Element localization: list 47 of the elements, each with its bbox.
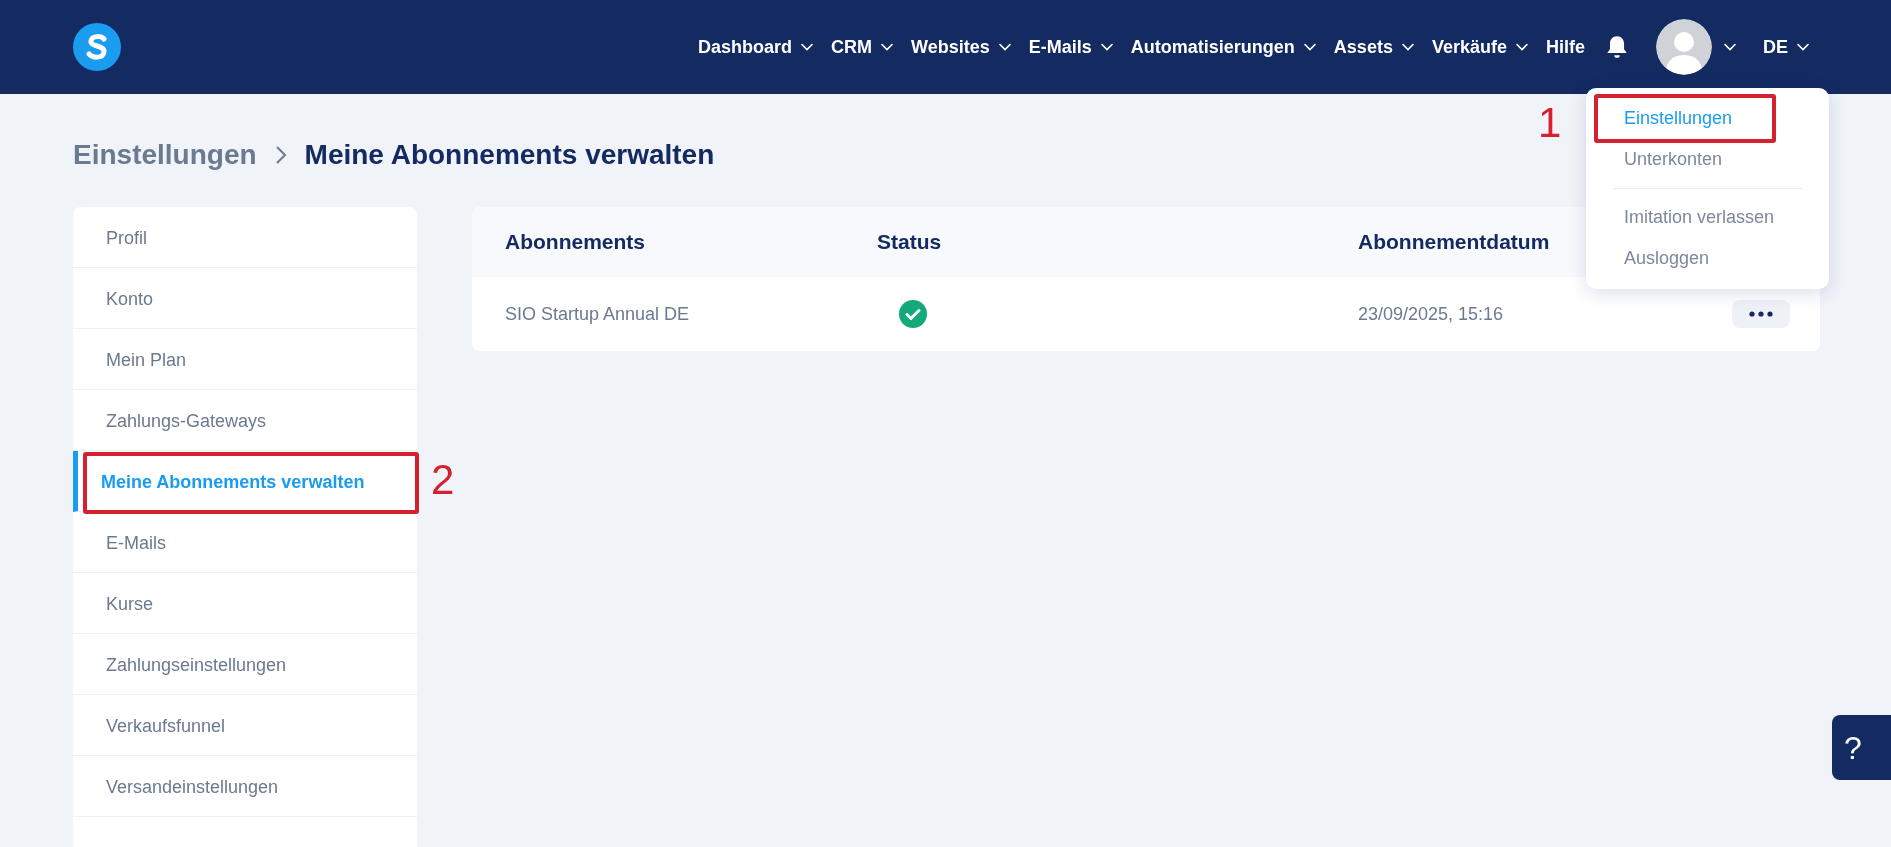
nav-menu-item[interactable]: Verkäufe — [1422, 33, 1537, 61]
chevron-down-icon — [801, 43, 814, 51]
chevron-down-icon — [998, 43, 1011, 51]
column-header: Status — [877, 230, 942, 254]
sidebar-item[interactable]: Mein Plan — [73, 329, 417, 390]
chevron-down-icon — [1100, 43, 1113, 51]
annotation-number: 2 — [431, 459, 455, 501]
sidebar-item[interactable]: Meine Abonnements verwalten — [73, 451, 417, 512]
nav-menu-item[interactable]: E-Mails — [1019, 33, 1122, 61]
chevron-down-icon — [1797, 43, 1809, 51]
language-selector[interactable]: DE — [1754, 33, 1818, 61]
sidebar-item[interactable]: Versandeinstellungen — [73, 756, 417, 817]
page-title: Meine Abonnements verwalten — [304, 138, 715, 172]
breadcrumb-link[interactable]: Einstellungen — [73, 134, 257, 176]
sidebar-item[interactable]: Zahlungseinstellungen — [73, 634, 417, 695]
sidebar-item[interactable]: Verkaufsfunnel — [73, 695, 417, 756]
sidebar-item[interactable]: E-Mails — [73, 512, 417, 573]
sidebar-item[interactable]: Konto — [73, 268, 417, 329]
nav-menu-item[interactable]: Assets — [1324, 33, 1423, 61]
chevron-down-icon — [1515, 43, 1528, 51]
sidebar-item[interactable]: Kurse — [73, 573, 417, 634]
dropdown-item[interactable]: Ausloggen — [1586, 238, 1829, 279]
logo-icon[interactable] — [73, 23, 121, 71]
nav-menu-item[interactable]: Hilfe — [1536, 33, 1594, 61]
help-button[interactable]: ? — [1832, 715, 1891, 780]
dropdown-item[interactable]: Imitation verlassen — [1586, 197, 1829, 238]
column-header: Abonnements — [505, 230, 645, 254]
table-cell: SIO Startup Annual DE — [505, 303, 690, 324]
nav-menu-item[interactable]: Automatisierungen — [1121, 33, 1325, 61]
nav-menu-item[interactable]: Dashboard — [689, 33, 823, 61]
nav-menu-item[interactable]: CRM — [822, 33, 903, 61]
dropdown-item[interactable]: Unterkonten — [1586, 139, 1829, 180]
column-header: Abonnementdatum — [1358, 230, 1550, 254]
dropdown-item[interactable]: Einstellungen — [1586, 98, 1829, 139]
chevron-right-icon — [274, 145, 287, 165]
more-options-button[interactable] — [1732, 300, 1790, 328]
table-cell: 23/09/2025, 15:16 — [1358, 303, 1504, 324]
avatar-icon[interactable] — [1656, 19, 1712, 75]
chevron-down-icon — [1724, 43, 1736, 51]
chevron-down-icon — [1401, 43, 1414, 51]
nav-menu-item[interactable]: Websites — [902, 33, 1020, 61]
chevron-down-icon — [881, 43, 894, 51]
sidebar-item[interactable]: Zahlungs-Gateways — [73, 390, 417, 451]
chevron-down-icon — [1303, 43, 1316, 51]
annotation-number: 1 — [1538, 102, 1562, 144]
more-icon — [1749, 311, 1773, 317]
sidebar-item[interactable]: Profil — [73, 207, 417, 268]
